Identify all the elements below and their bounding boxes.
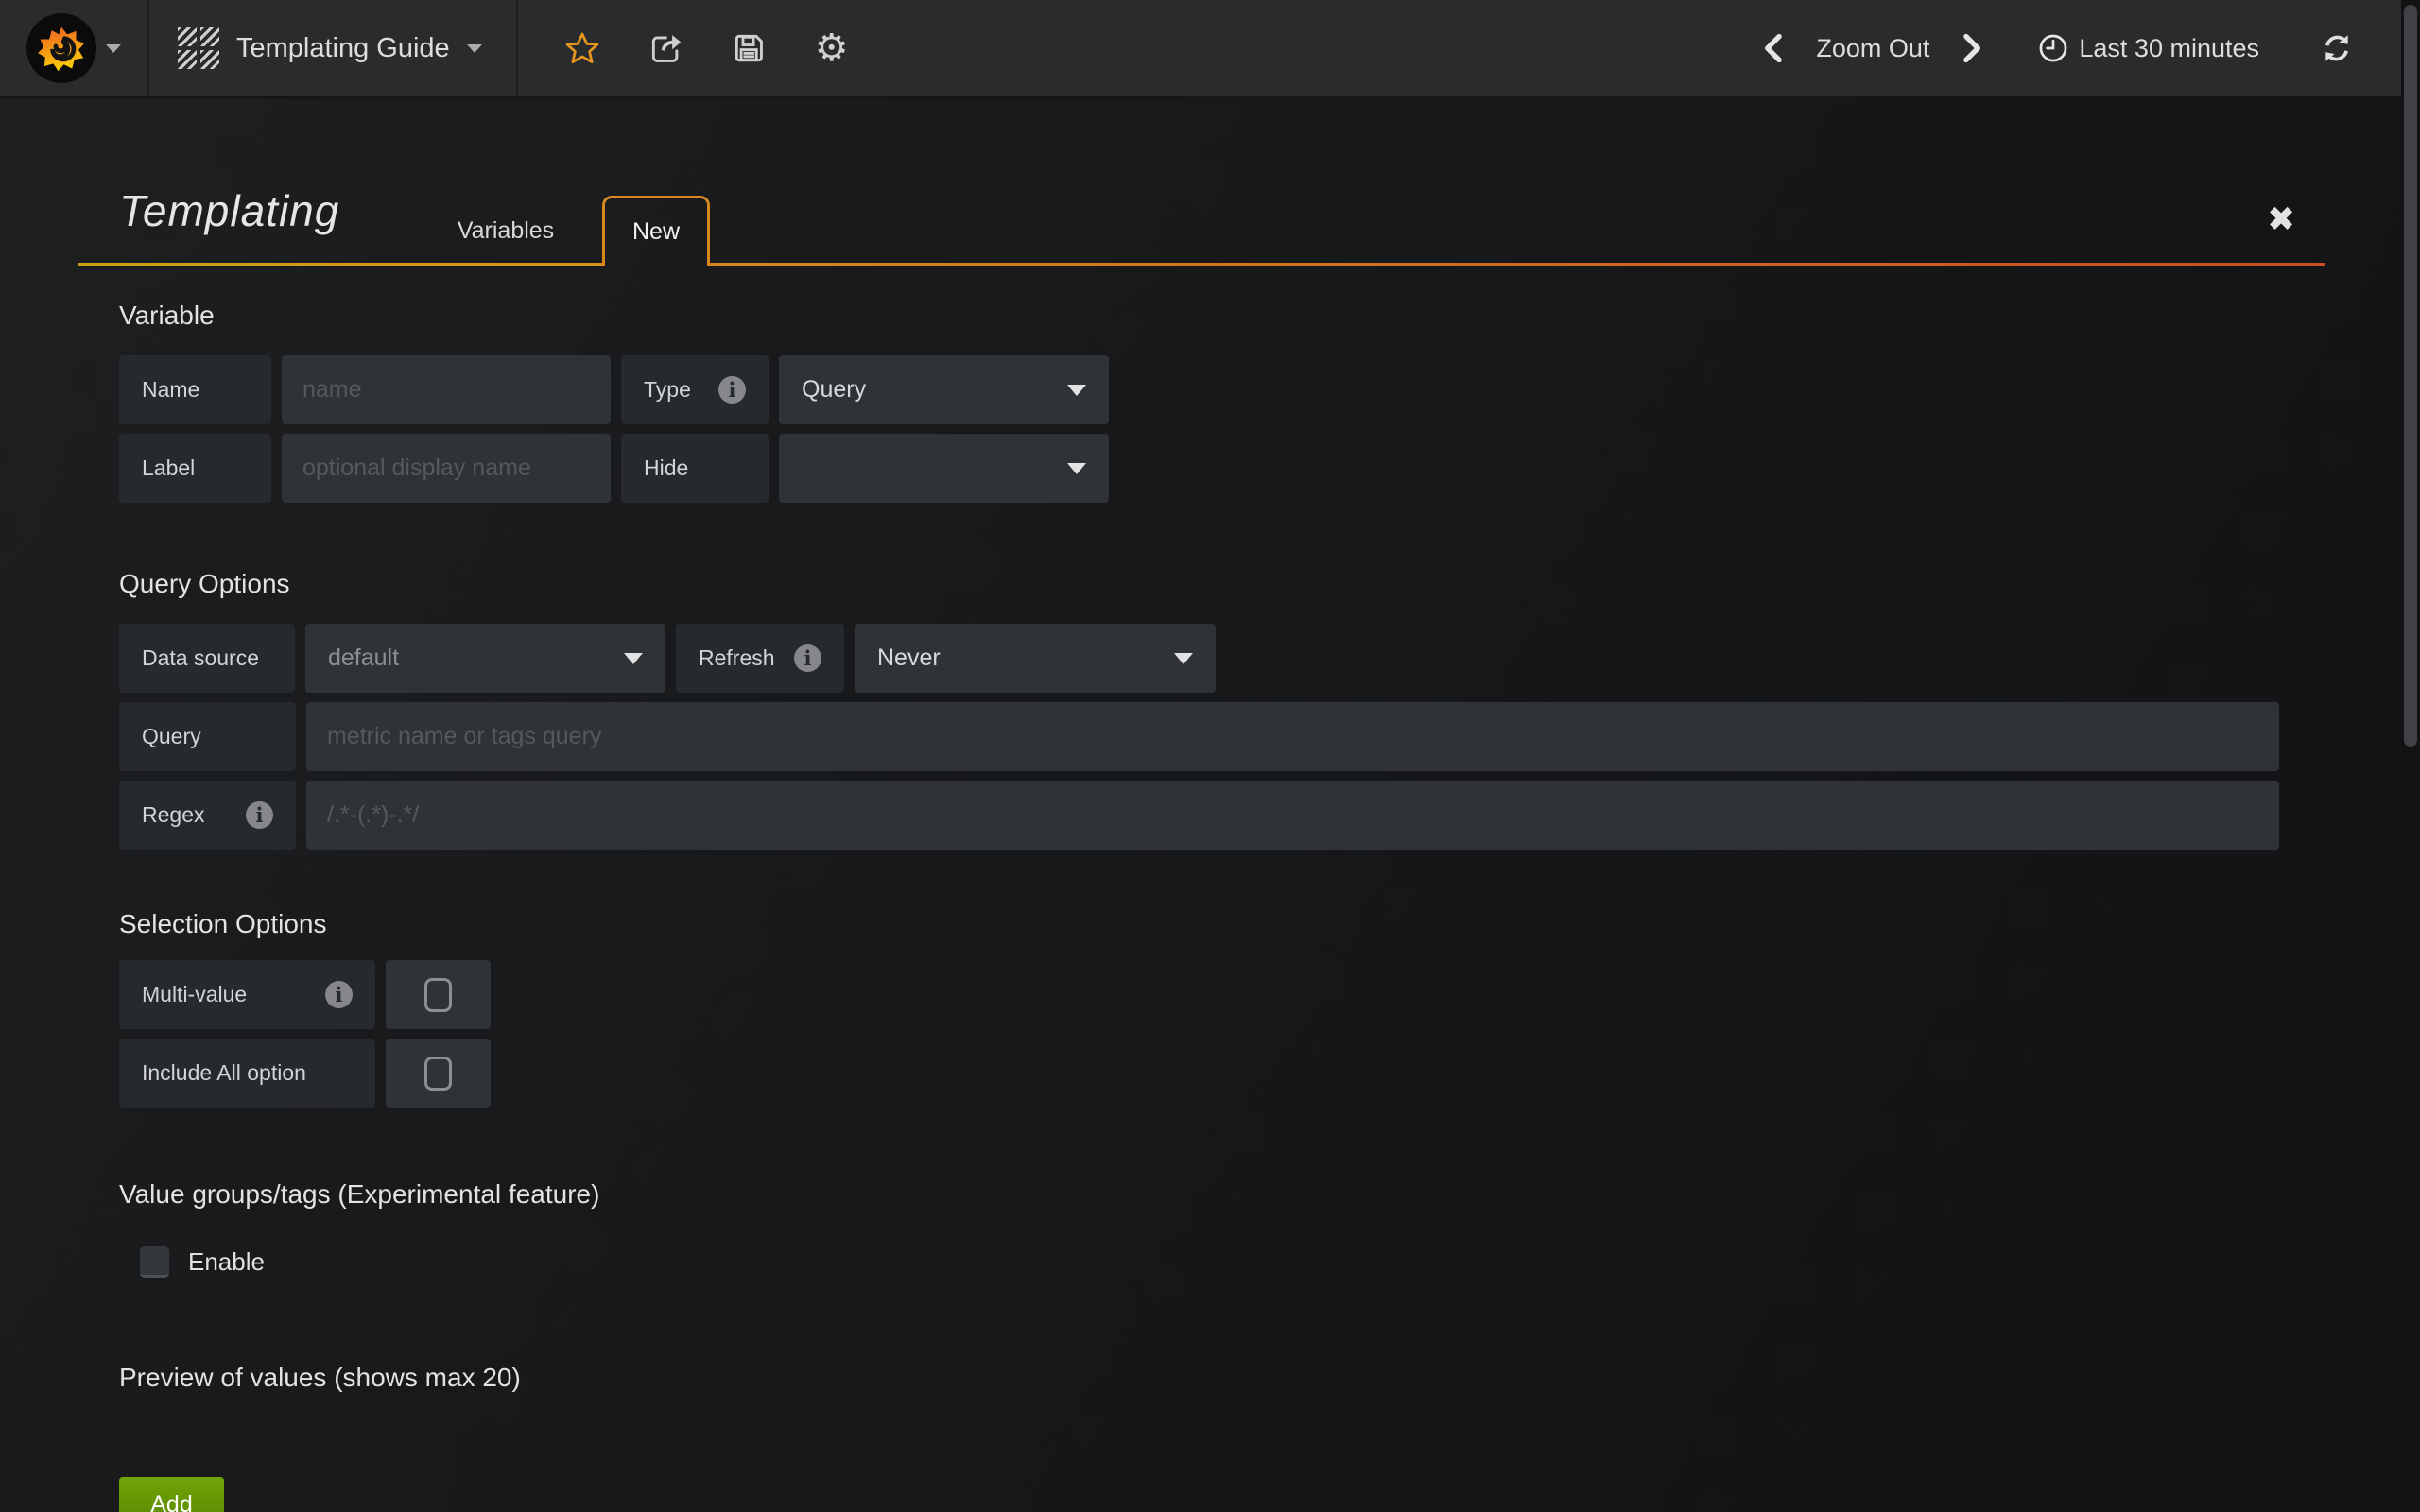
value-groups-heading: Value groups/tags (Experimental feature) <box>119 1179 599 1210</box>
multi-value-row: Multi-value i <box>119 960 491 1029</box>
variable-name-row: Name Type i Query <box>119 355 1109 424</box>
chevron-down-icon <box>1067 385 1086 396</box>
enable-label: Enable <box>188 1247 265 1277</box>
share-button[interactable] <box>647 29 684 67</box>
name-input-wrap <box>282 355 611 424</box>
query-input[interactable] <box>306 702 2279 771</box>
variable-label-row: Label Hide <box>119 434 1109 503</box>
add-button[interactable]: Add <box>119 1477 224 1512</box>
query-options-heading: Query Options <box>119 569 290 599</box>
close-icon[interactable]: ✖ <box>2267 202 2295 236</box>
grafana-logo-icon <box>26 13 96 83</box>
scrollbar-track[interactable] <box>2401 0 2420 1512</box>
query-label: Query <box>119 702 296 771</box>
query-input-wrap <box>306 702 2279 771</box>
enable-checkbox-row[interactable]: Enable <box>140 1246 265 1278</box>
info-icon[interactable]: i <box>718 376 746 404</box>
tab-new[interactable]: New <box>602 196 710 266</box>
regex-label: Regex i <box>119 781 296 850</box>
multi-value-label: Multi-value i <box>119 960 375 1029</box>
info-icon[interactable]: i <box>325 981 353 1008</box>
clock-icon <box>2037 32 2069 64</box>
grafana-menu-button[interactable] <box>0 0 149 96</box>
gear-icon: ⚙ <box>815 29 849 67</box>
query-row: Query <box>119 702 2279 771</box>
chevron-down-icon <box>1067 463 1086 474</box>
tab-variables[interactable]: Variables <box>430 196 581 266</box>
preview-heading: Preview of values (shows max 20) <box>119 1363 521 1393</box>
label-input[interactable] <box>282 434 611 503</box>
type-label: Type i <box>621 355 769 424</box>
regex-row: Regex i <box>119 781 2279 850</box>
chevron-down-icon <box>467 44 482 53</box>
include-all-row: Include All option <box>119 1039 491 1108</box>
checkbox-unchecked-icon <box>424 1057 452 1091</box>
time-forward-button[interactable] <box>1954 29 1992 67</box>
zoom-out-button[interactable]: Zoom Out <box>1816 34 1929 63</box>
dashboard-icon <box>178 27 219 69</box>
dashboard-title-picker[interactable]: Templating Guide <box>149 0 518 96</box>
selection-options-heading: Selection Options <box>119 909 326 939</box>
scrollbar-thumb[interactable] <box>2404 5 2417 747</box>
refresh-label: Refresh i <box>676 624 844 693</box>
variable-heading: Variable <box>119 301 215 331</box>
settings-gear-button[interactable]: ⚙ <box>813 29 851 67</box>
regex-input-wrap <box>306 781 2279 850</box>
regex-input[interactable] <box>306 781 2279 850</box>
time-back-button[interactable] <box>1754 29 1791 67</box>
checkbox-unchecked-icon <box>140 1246 169 1278</box>
type-select[interactable]: Query <box>779 355 1109 424</box>
save-button[interactable] <box>730 29 768 67</box>
time-range-picker[interactable]: Last 30 minutes <box>2037 32 2259 64</box>
tab-underline <box>78 263 602 266</box>
name-input[interactable] <box>282 355 611 424</box>
info-icon[interactable]: i <box>794 644 821 672</box>
datasource-label: Data source <box>119 624 295 693</box>
name-label: Name <box>119 355 271 424</box>
tab-underline <box>710 263 2325 266</box>
label-label: Label <box>119 434 271 503</box>
dashboard-title: Templating Guide <box>236 33 450 64</box>
datasource-select[interactable]: default <box>305 624 666 693</box>
include-all-label: Include All option <box>119 1039 375 1108</box>
label-input-wrap <box>282 434 611 503</box>
datasource-row: Data source default Refresh i Never <box>119 624 1216 693</box>
chevron-down-icon <box>1174 653 1193 664</box>
navbar: Templating Guide ⚙ <box>0 0 2420 99</box>
hide-label: Hide <box>621 434 769 503</box>
chevron-down-icon <box>106 44 121 53</box>
hide-select[interactable] <box>779 434 1109 503</box>
star-favorite-button[interactable] <box>563 29 601 67</box>
chevron-down-icon <box>624 653 643 664</box>
include-all-checkbox[interactable] <box>386 1039 491 1108</box>
checkbox-unchecked-icon <box>424 978 452 1012</box>
refresh-select[interactable]: Never <box>855 624 1216 693</box>
refresh-button[interactable] <box>2318 29 2356 67</box>
info-icon[interactable]: i <box>246 801 273 829</box>
panel-title: Templating <box>119 185 339 236</box>
time-range-label: Last 30 minutes <box>2079 34 2259 63</box>
multi-value-checkbox[interactable] <box>386 960 491 1029</box>
